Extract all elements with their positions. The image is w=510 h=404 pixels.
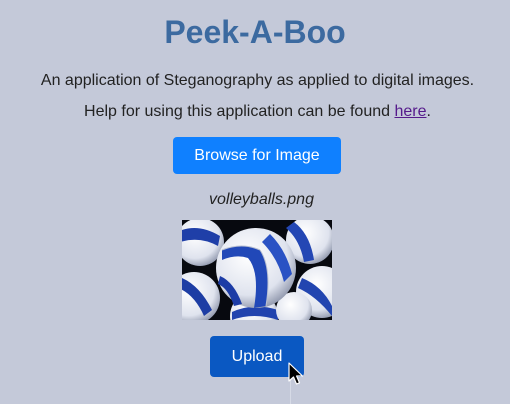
page: Peek-A-Boo An application of Steganograp… — [0, 0, 510, 404]
app-description: An application of Steganography as appli… — [40, 72, 475, 89]
help-suffix: . — [426, 103, 431, 120]
volleyballs-image — [182, 220, 332, 320]
browse-for-image-button[interactable]: Browse for Image — [173, 137, 341, 174]
selected-file-name: volleyballs.png — [209, 191, 314, 208]
mouse-pointer-icon — [288, 362, 304, 385]
image-preview — [182, 220, 332, 320]
page-title: Peek-A-Boo — [164, 14, 346, 50]
help-link[interactable]: here — [394, 103, 426, 120]
help-text: Help for using this application can be f… — [0, 102, 510, 122]
help-prefix: Help for using this application can be f… — [84, 103, 395, 120]
